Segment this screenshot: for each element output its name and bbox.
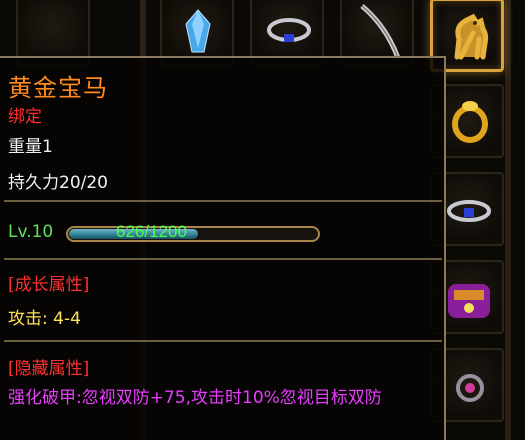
item-name: 黄金宝马 xyxy=(8,74,108,102)
hidden-attributes-header: [隐藏属性] xyxy=(8,359,90,379)
gem-pouch-icon xyxy=(448,284,490,318)
item-durability: 持久力20/20 xyxy=(8,173,108,193)
item-tooltip: 黄金宝马 绑定 重量1 持久力20/20 Lv.10 626/1200 [成长属… xyxy=(0,56,446,440)
sword-icon xyxy=(360,4,401,59)
item-binding-status: 绑定 xyxy=(8,107,42,127)
golden-horse-icon xyxy=(454,13,489,60)
tooltip-divider xyxy=(4,340,442,342)
item-level: Lv.10 xyxy=(8,222,54,242)
experience-bar xyxy=(66,226,320,242)
amulet-icon xyxy=(456,374,484,402)
gold-ring-icon xyxy=(452,101,488,143)
crystal-icon xyxy=(185,9,211,53)
grid-rail xyxy=(505,0,511,440)
growth-attributes-header: [成长属性] xyxy=(8,275,90,295)
tooltip-divider xyxy=(4,200,442,202)
tooltip-divider xyxy=(4,258,442,260)
ring-icon xyxy=(447,200,491,222)
hidden-attribute-description: 强化破甲:忽视双防+75,攻击时10%忽视目标双防 xyxy=(8,388,382,408)
ring-icon xyxy=(267,18,311,42)
item-weight: 重量1 xyxy=(8,137,53,157)
attack-stat: 攻击: 4-4 xyxy=(8,309,81,329)
experience-text: 626/1200 xyxy=(116,222,187,241)
